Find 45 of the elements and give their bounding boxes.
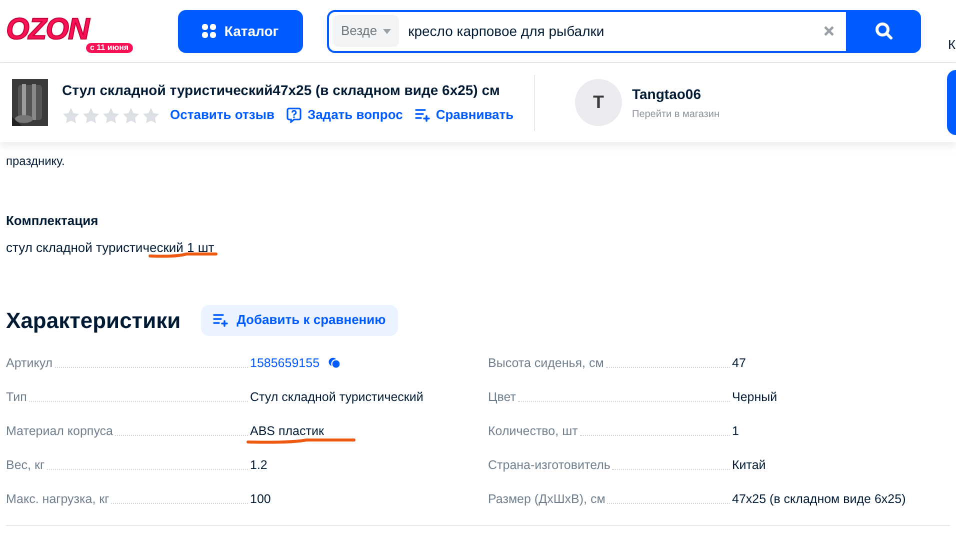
store-link[interactable]: Перейти в магазин xyxy=(632,106,720,122)
spec-value: 47x25 (в складном виде 6x25) xyxy=(732,490,906,508)
kit-title: Комплектация xyxy=(6,212,100,230)
caret-icon xyxy=(383,28,392,34)
scope-dropdown[interactable]: Везде xyxy=(333,15,400,47)
section-title: Характеристики xyxy=(6,306,181,335)
add-to-compare-button[interactable]: Добавить к сравнению xyxy=(200,304,398,336)
product-title: Стул складной туристический47x25 (в складном виде 6x25) см xyxy=(62,81,501,100)
spec-value: 47 xyxy=(732,354,746,372)
spec-value: 1.2 xyxy=(250,456,268,474)
spec-label: Цвет xyxy=(488,388,516,406)
spec-value: Китай xyxy=(732,456,766,474)
clear-icon[interactable] xyxy=(824,26,834,36)
review-link[interactable]: Оставить отзыв xyxy=(170,105,274,125)
spec-value: 100 xyxy=(250,490,271,508)
spec-label: Количество, шт xyxy=(488,422,578,440)
spec-label: Артикул xyxy=(6,354,53,372)
spec-label: Макс. нагрузка, кг xyxy=(6,490,110,508)
cut-text: К xyxy=(948,36,956,54)
search-field[interactable]: Везде кресло карповое для рыбалки xyxy=(329,12,846,50)
action-button[interactable] xyxy=(947,70,956,135)
seller-avatar[interactable]: T xyxy=(575,79,622,126)
spec-label: Страна-изготовитель xyxy=(488,456,610,474)
spec-label: Материал корпуса xyxy=(6,422,114,440)
spec-value: ABS пластик xyxy=(250,422,324,440)
spec-label: Высота сиденья, см xyxy=(488,354,604,372)
article-link[interactable]: 1585659155 xyxy=(250,354,320,372)
catalog-button[interactable]: Каталог xyxy=(178,10,303,52)
spec-value: Черный xyxy=(732,388,778,406)
spec-label: Вес, кг xyxy=(6,456,45,474)
compare-icon xyxy=(414,108,431,122)
seller-name[interactable]: Tangtao06 xyxy=(632,84,720,104)
spec-value: 1 xyxy=(732,422,739,440)
question-link[interactable]: Задать вопрос xyxy=(286,105,403,125)
spec-label: Размер (ДхШхВ), см xyxy=(488,490,606,508)
grid-icon xyxy=(202,24,216,38)
search-icon xyxy=(874,22,892,40)
question-icon xyxy=(286,107,302,123)
spec-label: Тип xyxy=(6,388,27,406)
kit-text: стул складной туристический 1 шт xyxy=(6,240,214,254)
spec-value: Стул складной туристический xyxy=(250,388,424,406)
compare-icon xyxy=(212,313,229,327)
compare-link[interactable]: Сравнивать xyxy=(414,105,514,125)
copy-icon[interactable] xyxy=(328,356,341,369)
description-text: празднику. xyxy=(6,153,66,170)
